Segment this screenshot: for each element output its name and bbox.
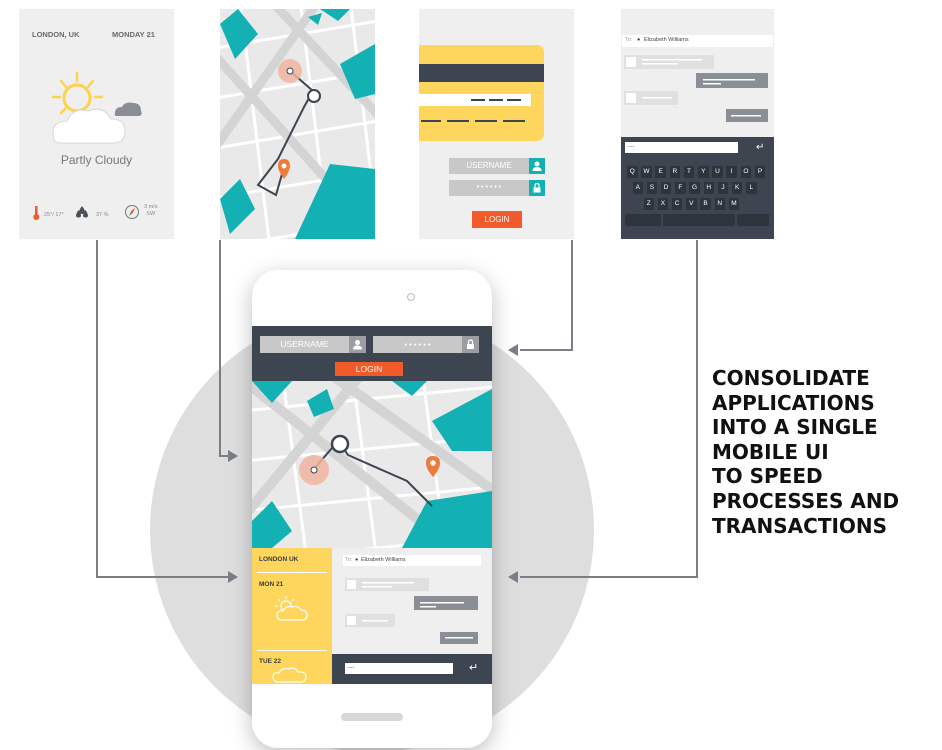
phone-cloud-icon (272, 667, 307, 683)
credit-card-graphic (419, 45, 544, 141)
key-space[interactable] (663, 214, 735, 226)
key-m[interactable]: M (728, 198, 740, 210)
phone-to-label: To: (345, 557, 353, 563)
key-g[interactable]: G (689, 182, 700, 194)
phone-enter-icon[interactable]: ↵ (469, 661, 478, 674)
key-n[interactable]: N (714, 198, 725, 210)
phone-sun-cloud-icon (275, 596, 308, 621)
phone-messages-panel: To: ● Elizabeth Williams .... ↵ (332, 548, 492, 684)
key-r[interactable]: R (669, 166, 681, 178)
phone-day1: MON 21 (259, 581, 284, 588)
enter-icon[interactable]: ↵ (756, 142, 764, 153)
key-i[interactable]: I (726, 166, 737, 178)
phone-lock-icon (462, 336, 479, 353)
key-o[interactable]: O (740, 166, 752, 178)
weather-location: LONDON, UK (32, 30, 80, 39)
key-c[interactable]: C (671, 198, 683, 210)
weather-condition: Partly Cloudy (60, 153, 133, 167)
key-a[interactable]: A (632, 182, 643, 194)
connector-login (520, 240, 573, 351)
recipient-name: Elizabeth Williams (644, 37, 689, 43)
phone-screen: USERNAME • • • • • • LOGIN LONDON UK MON… (252, 326, 492, 684)
password-field[interactable]: • • • • • • (449, 180, 529, 196)
key-w[interactable]: W (641, 166, 652, 178)
key-z[interactable]: Z (643, 198, 654, 210)
phone-login-panel: USERNAME • • • • • • LOGIN (252, 326, 492, 381)
key-q[interactable]: Q (627, 166, 638, 178)
key-h[interactable]: H (703, 182, 714, 194)
weather-wind-dir: SW (146, 211, 156, 217)
phone-username-field[interactable]: USERNAME (260, 336, 349, 353)
phone-recipient: Elizabeth Williams (361, 557, 406, 563)
phone-to-field[interactable]: To: ● Elizabeth Williams (343, 555, 481, 566)
camera-dot (407, 293, 415, 301)
headline-line-4: MOBILE UI (712, 439, 829, 464)
keyboard-panel: .... ↵ QWERTYUIOP ASDFGHJKL ZXCVBNM (621, 137, 774, 239)
key-x[interactable]: X (657, 198, 669, 210)
phone-map (252, 381, 492, 548)
key-e[interactable]: E (655, 166, 666, 178)
phone-user-icon (349, 336, 366, 353)
key-p[interactable]: P (754, 166, 766, 178)
username-field[interactable]: USERNAME (449, 158, 529, 174)
headline-line-6: PROCESSES AND (712, 488, 900, 513)
to-field[interactable]: To: ● Elizabeth Williams (622, 35, 773, 47)
phone-message-thread (345, 578, 478, 644)
message-input[interactable]: .... (625, 142, 738, 153)
headline-line-3: INTO A SINGLE (712, 415, 878, 440)
compass-icon (125, 205, 139, 219)
to-label: To: (625, 37, 633, 43)
phone-message-input[interactable]: .... (345, 663, 453, 674)
phone-input-bar: .... ↵ (332, 654, 492, 684)
map-card (220, 9, 375, 239)
weather-card: LONDON, UK MONDAY 21 Partly Cloudy 25°/ … (19, 9, 174, 239)
phone-login-button[interactable]: LOGIN (335, 362, 403, 376)
sun-cloud-icon (51, 71, 142, 144)
weather-humidity: 37 % (96, 212, 109, 218)
phone-day2: TUE 22 (259, 658, 282, 665)
headline-line-5: TO SPEED (712, 464, 823, 489)
lock-icon (529, 180, 545, 196)
key-shift[interactable] (625, 214, 661, 226)
message-thread (624, 55, 768, 122)
user-icon (529, 158, 545, 174)
home-button[interactable] (341, 713, 403, 721)
humidity-icon (76, 206, 88, 218)
weather-date: MONDAY 21 (112, 30, 155, 39)
weather-wind-speed: 3 m/s (144, 204, 158, 210)
key-b[interactable]: B (700, 198, 711, 210)
key-return[interactable] (737, 214, 769, 226)
key-y[interactable]: Y (698, 166, 709, 178)
headline-line-1: CONSOLIDATE (712, 366, 870, 390)
key-v[interactable]: V (686, 198, 697, 210)
phone-weather-location: LONDON UK (259, 556, 299, 563)
phone-password-field[interactable]: • • • • • • (373, 336, 462, 353)
key-f[interactable]: F (675, 182, 686, 194)
weather-temp: 25°/ 17° (44, 212, 64, 218)
login-button[interactable]: LOGIN (472, 211, 522, 228)
key-j[interactable]: J (717, 182, 729, 194)
key-l[interactable]: L (746, 182, 757, 194)
key-u[interactable]: U (712, 166, 723, 178)
key-k[interactable]: K (731, 182, 743, 194)
thermometer-icon (33, 206, 40, 220)
login-card: USERNAME • • • • • • LOGIN (419, 9, 574, 239)
arrow-head-login (508, 344, 518, 356)
headline: CONSOLIDATE APPLICATIONS INTO A SINGLE M… (712, 366, 937, 538)
phone-weather-panel: LONDON UK MON 21 TUE 22 (252, 548, 332, 684)
key-t[interactable]: T (683, 166, 695, 178)
messages-card: To: ● Elizabeth Williams .... ↵ QWERTYUI… (621, 9, 774, 239)
headline-line-7: TRANSACTIONS (712, 513, 888, 538)
key-d[interactable]: D (660, 182, 672, 194)
headline-line-2: APPLICATIONS (712, 390, 875, 415)
key-s[interactable]: S (646, 182, 658, 194)
